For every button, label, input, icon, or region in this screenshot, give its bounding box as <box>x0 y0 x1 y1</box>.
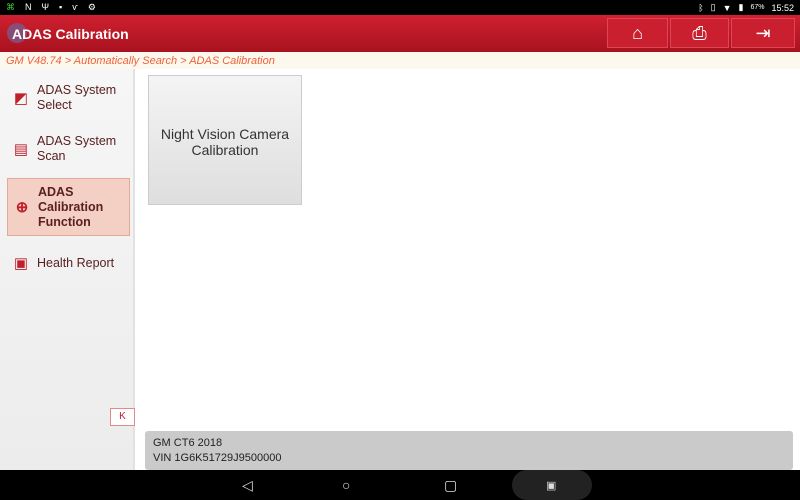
cursor-select-icon: ◩ <box>13 89 29 107</box>
n-icon: N <box>25 2 32 12</box>
status-bar: ⌘ N Ψ ▪ ѵ ⚙ ᛒ ▯ ▼ ▮ 67% 15:52 <box>0 0 800 15</box>
home-nav-icon[interactable]: ○ <box>342 477 350 493</box>
scan-icon: ▤ <box>13 140 29 158</box>
debug-icon: ѵ <box>72 2 78 12</box>
back-icon[interactable]: ◁ <box>242 477 253 494</box>
sidebar: ◩ ADAS System Select ▤ ADAS System Scan ⊕ A… <box>0 69 135 470</box>
sidebar-item-system-select[interactable]: ◩ ADAS System Select <box>7 82 130 114</box>
vehicle-vin: VIN 1G6K51729J9500000 <box>153 452 282 464</box>
home-icon: ⌂ <box>632 22 643 43</box>
print-button[interactable]: ⎙ <box>670 18 729 48</box>
target-icon: ⊕ <box>15 198 29 216</box>
sidebar-item-health-report[interactable]: ▣ Health Report <box>7 254 130 272</box>
breadcrumb: GM V48.74 > Automatically Search > ADAS … <box>0 52 800 69</box>
report-icon: ▣ <box>13 254 29 272</box>
print-icon: ⎙ <box>692 22 707 43</box>
vehicle-model: GM CT6 2018 <box>153 437 223 449</box>
collapse-sidebar-button[interactable]: K <box>110 408 135 426</box>
usb-icon: Ψ <box>41 2 50 12</box>
vibrate-icon: ▯ <box>710 2 716 12</box>
screenshot-icon[interactable]: ▣ <box>546 479 556 492</box>
battery-icon: ▮ <box>738 2 744 12</box>
sidebar-item-calibration-function[interactable]: ⊕ ADAS Calibration Function <box>7 178 130 236</box>
home-button[interactable]: ⌂ <box>607 18 668 48</box>
settings-icon: ⚙ <box>87 2 96 12</box>
clock: 15:52 <box>771 2 794 13</box>
exit-button[interactable]: ⇥ <box>731 18 795 48</box>
recents-icon[interactable]: ▢ <box>444 477 457 494</box>
app-icon: ⌘ <box>6 2 15 12</box>
page-title: ADAS Calibration <box>12 26 129 42</box>
battery-level: 67% <box>750 4 765 11</box>
bluetooth-icon: ᛒ <box>698 2 704 13</box>
exit-icon: ⇥ <box>755 22 771 43</box>
night-vision-camera-calibration-tile[interactable]: Night Vision Camera Calibration <box>148 75 302 205</box>
vehicle-info-bar: GM CT6 2018 VIN 1G6K51729J9500000 <box>145 431 793 470</box>
android-nav-bar: ◁ ○ ▢ ▣ <box>0 470 800 500</box>
sidebar-item-system-scan[interactable]: ▤ ADAS System Scan <box>7 133 130 165</box>
image-icon: ▪ <box>59 2 63 12</box>
wifi-icon: ▼ <box>722 2 732 13</box>
app-header: ADAS Calibration ⌂ ⎙ ⇥ <box>0 15 800 52</box>
